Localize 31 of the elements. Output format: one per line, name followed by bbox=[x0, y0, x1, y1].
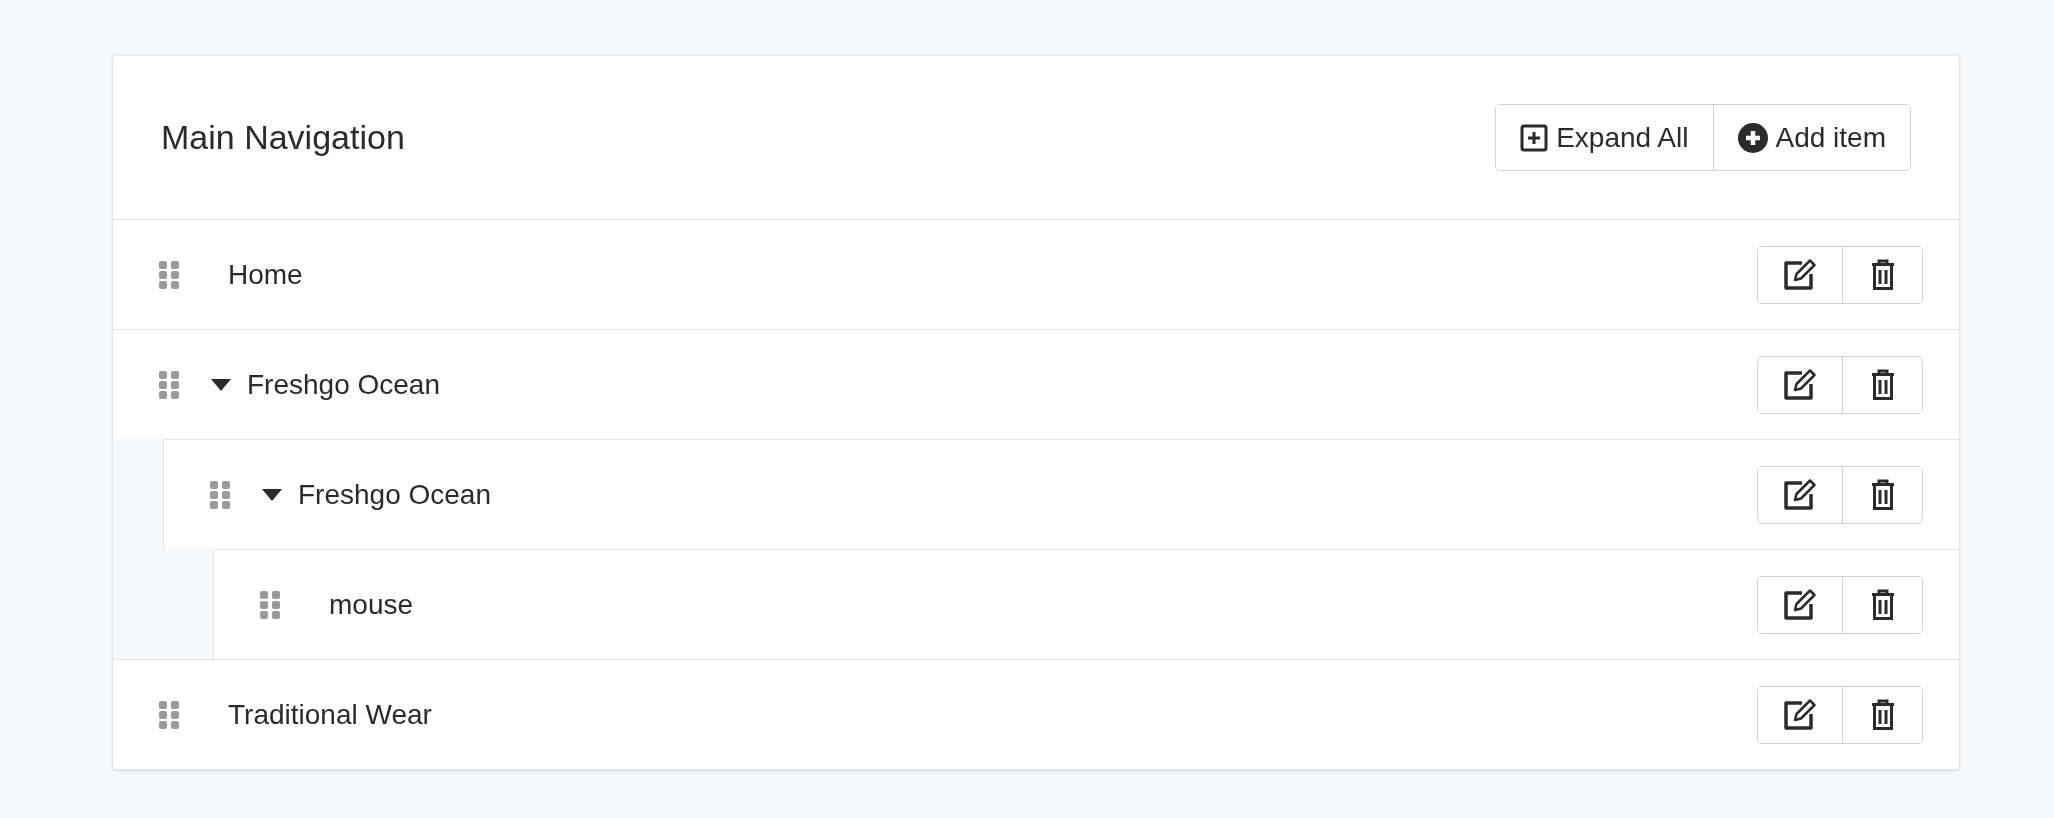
plus-square-icon bbox=[1520, 123, 1549, 152]
delete-button[interactable] bbox=[1842, 576, 1922, 633]
drag-handle-icon[interactable] bbox=[210, 480, 230, 509]
drag-handle-icon[interactable] bbox=[159, 260, 179, 289]
caret-down-icon[interactable] bbox=[262, 488, 282, 501]
delete-button[interactable] bbox=[1842, 356, 1922, 413]
add-item-button[interactable]: Add item bbox=[1712, 105, 1910, 170]
menu-item-label: Freshgo Ocean bbox=[298, 477, 491, 512]
trash-icon bbox=[1870, 588, 1895, 621]
edit-icon bbox=[1782, 697, 1818, 732]
card-title: Main Navigation bbox=[161, 117, 405, 158]
caret-down-icon[interactable] bbox=[211, 378, 231, 391]
delete-button[interactable] bbox=[1842, 466, 1922, 523]
edit-icon bbox=[1782, 257, 1818, 292]
plus-circle-icon bbox=[1737, 122, 1768, 153]
edit-icon bbox=[1782, 587, 1818, 622]
menu-item-label: Freshgo Ocean bbox=[247, 367, 440, 402]
delete-button[interactable] bbox=[1842, 246, 1922, 303]
trash-icon bbox=[1870, 478, 1895, 511]
drag-handle-icon[interactable] bbox=[159, 370, 179, 399]
menu-item-label: Traditional Wear bbox=[228, 697, 432, 732]
menu-item-label: mouse bbox=[329, 587, 414, 622]
edit-icon bbox=[1782, 367, 1818, 402]
trash-icon bbox=[1870, 258, 1895, 291]
menu-item-label: Home bbox=[228, 257, 303, 292]
trash-icon bbox=[1870, 698, 1895, 731]
delete-button[interactable] bbox=[1842, 686, 1922, 743]
drag-handle-icon[interactable] bbox=[260, 590, 280, 619]
edit-icon bbox=[1782, 477, 1818, 512]
drag-handle-icon[interactable] bbox=[159, 700, 179, 729]
trash-icon bbox=[1870, 368, 1895, 401]
